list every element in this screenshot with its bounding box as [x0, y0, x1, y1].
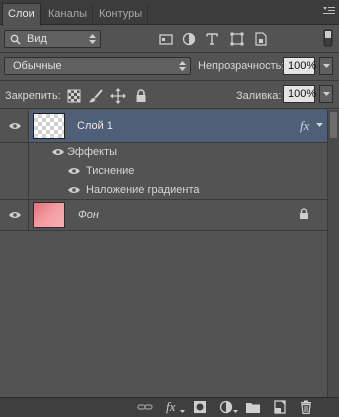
lock-transparency-icon[interactable] — [66, 88, 82, 104]
search-icon — [10, 34, 21, 45]
filter-pixel-icon[interactable] — [158, 31, 174, 47]
divider — [0, 80, 339, 81]
delete-layer-trash-icon[interactable] — [298, 400, 314, 414]
updown-arrows-icon — [89, 34, 96, 44]
layers-scrollbar[interactable] — [327, 110, 339, 397]
eye-icon — [9, 212, 21, 218]
lock-label: Закрепить: — [5, 90, 61, 102]
opacity-dropdown-button[interactable] — [319, 57, 333, 75]
eye-icon[interactable] — [68, 186, 80, 194]
tab-paths[interactable]: Контуры — [94, 4, 149, 24]
divider — [0, 108, 339, 109]
filter-type-icon[interactable] — [204, 31, 220, 47]
filter-smart-object-icon[interactable] — [253, 31, 269, 47]
eye-icon[interactable] — [52, 148, 64, 156]
fill-label: Заливка: — [236, 90, 282, 102]
layers-panel: Слои Каналы Контуры Вид Обычные Непрозра… — [0, 0, 339, 417]
effect-item-emboss[interactable]: Тиснение — [0, 161, 327, 180]
add-layer-style-button[interactable]: fx — [166, 399, 175, 415]
tab-bar: Слои Каналы Контуры — [0, 0, 339, 26]
effects-spacer — [0, 143, 29, 161]
updown-arrows-icon — [179, 61, 186, 71]
filter-kind-select[interactable]: Вид — [4, 30, 101, 48]
panel-menu-icon[interactable] — [323, 6, 335, 16]
tab-layers[interactable]: Слои — [2, 3, 41, 26]
chevron-down-icon — [180, 410, 185, 413]
visibility-toggle[interactable] — [0, 110, 29, 142]
lock-pixels-brush-icon[interactable] — [88, 88, 104, 104]
chevron-down-icon — [323, 64, 330, 68]
effect-label: Тиснение — [86, 165, 135, 177]
tab-channels[interactable]: Каналы — [43, 4, 94, 24]
new-group-folder-icon[interactable] — [245, 400, 261, 414]
filter-shape-icon[interactable] — [229, 31, 245, 47]
filter-adjustment-icon[interactable] — [181, 31, 197, 47]
effects-group[interactable]: Эффекты — [0, 143, 327, 161]
fill-input[interactable]: 100% — [283, 85, 316, 103]
visibility-toggle[interactable] — [0, 200, 29, 230]
new-adjustment-layer-icon[interactable] — [218, 400, 234, 414]
effect-item-gradient-overlay[interactable]: Наложение градиента — [0, 180, 327, 200]
layer-name[interactable]: Фон — [78, 209, 99, 221]
filter-kind-label: Вид — [27, 33, 47, 45]
effects-spacer — [0, 180, 29, 199]
chevron-down-icon — [323, 92, 330, 96]
blend-mode-select[interactable]: Обычные — [4, 57, 191, 75]
layer-row-background[interactable]: Фон — [0, 200, 327, 231]
scrollbar-thumb[interactable] — [330, 112, 337, 138]
effects-label: Эффекты — [67, 146, 118, 158]
eye-icon — [9, 123, 21, 129]
opacity-input[interactable]: 100% — [283, 57, 316, 75]
layer-row-layer1[interactable]: Слой 1 fx — [0, 110, 327, 143]
layer-thumbnail[interactable] — [33, 113, 65, 139]
fx-icon[interactable]: fx — [300, 118, 309, 134]
eye-icon[interactable] — [68, 167, 80, 175]
effects-spacer — [0, 161, 29, 180]
layer-name[interactable]: Слой 1 — [77, 120, 113, 132]
filter-toggle-switch[interactable] — [323, 29, 333, 47]
blend-mode-label: Обычные — [13, 60, 62, 72]
new-layer-icon[interactable] — [272, 400, 288, 414]
lock-all-icon[interactable] — [133, 88, 149, 104]
link-layers-icon[interactable] — [137, 400, 153, 414]
lock-icon — [300, 208, 308, 219]
chevron-down-icon — [233, 410, 238, 413]
layer-list: Слой 1 fx Эффекты Тиснение Наложение гра… — [0, 110, 327, 397]
fill-dropdown-button[interactable] — [319, 85, 333, 103]
effect-label: Наложение градиента — [86, 184, 200, 196]
add-mask-icon[interactable] — [192, 400, 208, 414]
expand-effects-chevron-icon[interactable] — [316, 123, 323, 128]
divider — [0, 52, 339, 53]
bottom-toolbar: fx — [0, 397, 339, 417]
opacity-label: Непрозрачность: — [198, 60, 285, 72]
layer-thumbnail[interactable] — [33, 202, 65, 228]
lock-position-move-icon[interactable] — [110, 88, 126, 104]
